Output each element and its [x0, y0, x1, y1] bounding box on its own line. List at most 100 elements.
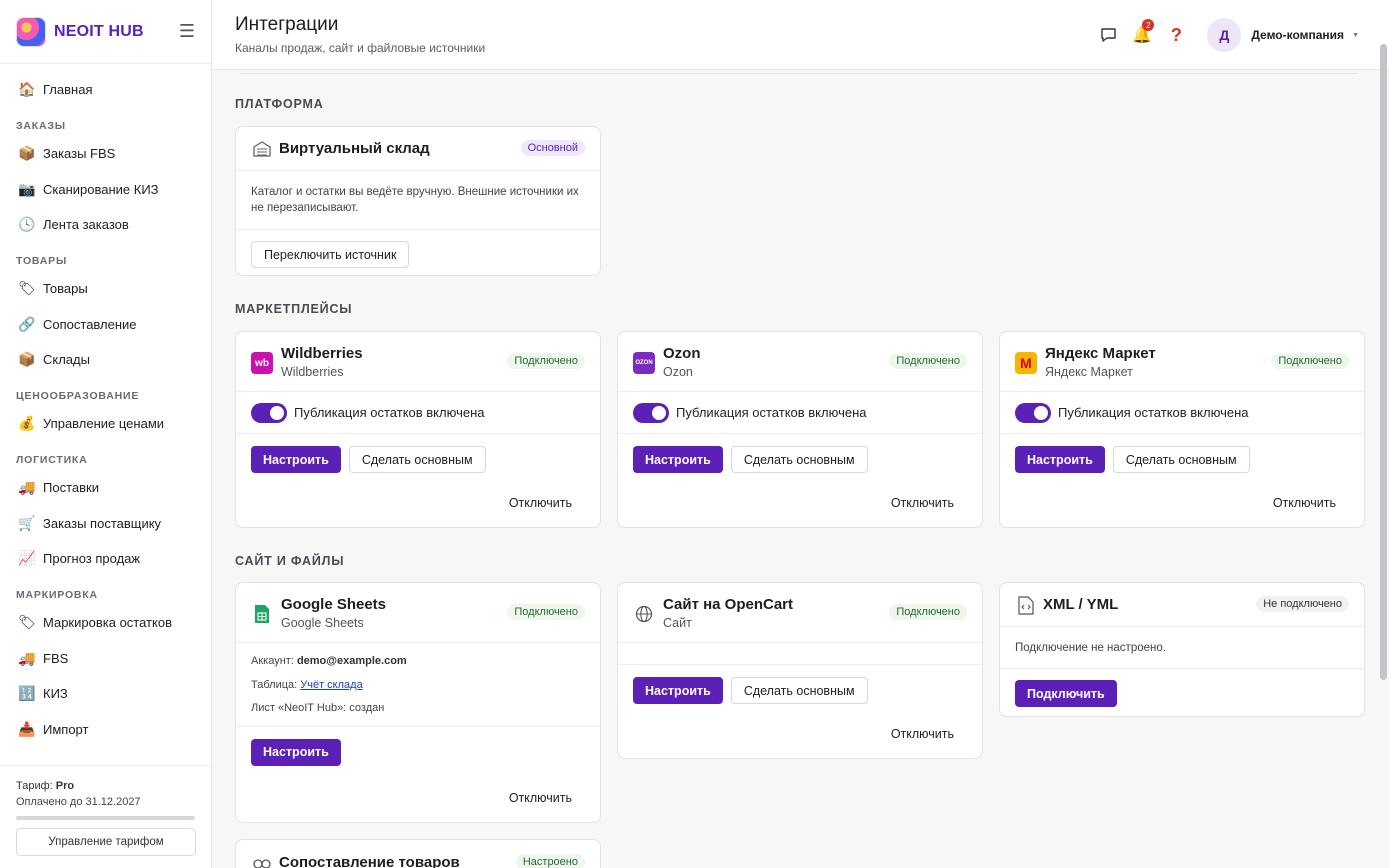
- sidebar-item-warehouses[interactable]: 📦 Склады: [0, 342, 211, 378]
- chat-icon[interactable]: [1091, 18, 1125, 52]
- sidebar-item-orders-fbs[interactable]: 📦 Заказы FBS: [0, 136, 211, 172]
- numbers-icon: 🔢: [18, 685, 36, 702]
- configure-button[interactable]: Настроить: [633, 677, 723, 704]
- publish-stock-toggle[interactable]: [1015, 402, 1051, 423]
- status-badge: Подключено: [889, 604, 967, 620]
- configure-button[interactable]: Настроить: [633, 446, 723, 473]
- table-link[interactable]: Учёт склада: [300, 679, 362, 691]
- company-name[interactable]: Демо-компания: [1251, 28, 1344, 42]
- configure-button[interactable]: Настроить: [251, 446, 341, 473]
- card-actions: Настроить Сделать основным: [618, 665, 982, 704]
- card-title: Виртуальный склад: [279, 140, 430, 157]
- disconnect-button[interactable]: Отключить: [1273, 496, 1336, 510]
- avatar[interactable]: Д: [1207, 18, 1242, 52]
- card-title: Ozon: [663, 345, 701, 362]
- sidebar-item-import[interactable]: 📥 Импорт: [0, 712, 211, 748]
- sidebar-item-label: Склады: [43, 352, 90, 368]
- card-product-matching: Сопоставление товаров Настроено: [235, 839, 601, 868]
- sidebar-item-matching[interactable]: 🔗 Сопоставление: [0, 306, 211, 342]
- section-marketplaces: МАРКЕТПЛЕЙСЫ: [235, 302, 353, 316]
- page-subtitle: Каналы продаж, сайт и файловые источники: [235, 41, 486, 55]
- chart-up-icon: 📈: [18, 550, 36, 567]
- tag-icon: 🏷: [18, 613, 36, 630]
- publish-stock-toggle[interactable]: [251, 402, 287, 423]
- disconnect-button[interactable]: Отключить: [891, 496, 954, 510]
- card-yandex-market: M Яндекс Маркет Яндекс Маркет Подключено…: [999, 331, 1365, 528]
- sidebar-item-scan-kiz[interactable]: 📷 Сканирование КИЗ: [0, 171, 211, 207]
- sidebar-item-goods[interactable]: 🏷 Товары: [0, 271, 211, 307]
- menu-icon[interactable]: ☰: [179, 21, 195, 42]
- ozon-logo-icon: OZON: [633, 352, 655, 374]
- sidebar-item-label: FBS: [43, 650, 69, 666]
- disconnect-button[interactable]: Отключить: [509, 791, 572, 805]
- plan-label: Тариф:: [16, 780, 53, 792]
- card-header: XML / YML Не подключено: [1000, 583, 1364, 627]
- sidebar-item-home[interactable]: 🏠 Главная: [0, 72, 211, 108]
- toggle-label: Публикация остатков включена: [1058, 405, 1249, 420]
- sidebar-item-stock-marking[interactable]: 🏷 Маркировка остатков: [0, 605, 211, 641]
- sidebar-item-forecast[interactable]: 📈 Прогноз продаж: [0, 541, 211, 577]
- sidebar-item-label: Маркировка остатков: [43, 614, 172, 630]
- card-actions: Переключить источник: [236, 230, 600, 268]
- card-header: M Яндекс Маркет Яндекс Маркет Подключено: [1000, 332, 1364, 392]
- yandex-market-logo-icon: M: [1015, 352, 1037, 374]
- connect-button[interactable]: Подключить: [1015, 680, 1117, 707]
- sidebar-item-label: Заказы поставщику: [43, 515, 162, 531]
- card-header: Сайт на OpenCart Сайт Подключено: [618, 583, 982, 643]
- card-title: Google Sheets: [281, 596, 387, 613]
- make-main-button[interactable]: Сделать основным: [730, 446, 868, 473]
- toggle-label: Публикация остатков включена: [294, 405, 485, 420]
- disconnect-button[interactable]: Отключить: [891, 727, 954, 741]
- sidebar-item-prices[interactable]: 💰 Управление ценами: [0, 406, 211, 442]
- bell-icon[interactable]: 🔔 2: [1125, 18, 1159, 52]
- card-header: Виртуальный склад Основной: [236, 127, 600, 171]
- scrollbar[interactable]: [1380, 44, 1387, 680]
- publish-stock-toggle[interactable]: [633, 402, 669, 423]
- make-main-button[interactable]: Сделать основным: [1112, 446, 1250, 473]
- chevron-down-icon[interactable]: ▼: [1352, 32, 1359, 39]
- card-description: Каталог и остатки вы ведёте вручную. Вне…: [236, 171, 600, 230]
- plan-panel: Тариф: Pro Оплачено до 31.12.2027 Управл…: [0, 765, 211, 868]
- money-bag-icon: 💰: [18, 415, 36, 432]
- make-main-button[interactable]: Сделать основным: [730, 677, 868, 704]
- camera-icon: 📷: [18, 180, 36, 197]
- sidebar-item-kiz[interactable]: 🔢 КИЗ: [0, 676, 211, 712]
- sidebar-item-supplies[interactable]: 🚚 Поставки: [0, 470, 211, 506]
- sidebar-item-label: Лента заказов: [43, 217, 129, 233]
- card-google-sheets: Google Sheets Google Sheets Подключено А…: [235, 582, 601, 823]
- sidebar-item-label: Управление ценами: [43, 416, 165, 432]
- sidebar-section-pricing: ЦЕНООБРАЗОВАНИЕ: [16, 389, 140, 402]
- link-icon: 🔗: [18, 315, 36, 332]
- card-header: Сопоставление товаров Настроено: [236, 840, 600, 868]
- card-title: Сопоставление товаров: [279, 854, 460, 868]
- disconnect-button[interactable]: Отключить: [509, 496, 572, 510]
- truck-icon: 🚚: [18, 649, 36, 666]
- tag-icon: 🏷: [18, 280, 36, 297]
- card-opencart: Сайт на OpenCart Сайт Подключено Настрои…: [617, 582, 983, 759]
- make-main-button[interactable]: Сделать основным: [348, 446, 486, 473]
- card-actions: Настроить: [236, 725, 600, 766]
- brand-logo-icon: [16, 16, 46, 47]
- cart-icon: 🛒: [18, 514, 36, 531]
- sidebar-item-fbs[interactable]: 🚚 FBS: [0, 640, 211, 676]
- sidebar-item-supplier-orders[interactable]: 🛒 Заказы поставщику: [0, 505, 211, 541]
- switch-source-button[interactable]: Переключить источник: [251, 241, 410, 268]
- card-title: Wildberries: [281, 345, 363, 362]
- status-badge: Подключено: [889, 353, 967, 369]
- sidebar-item-label: Импорт: [43, 721, 89, 737]
- sidebar-item-label: Поставки: [43, 479, 99, 495]
- plan-progress-fill: [16, 816, 195, 820]
- notifications-count: 2: [1142, 19, 1155, 31]
- configure-button[interactable]: Настроить: [251, 738, 341, 766]
- code-file-icon: [1015, 594, 1037, 616]
- card-actions: Подключить: [1000, 669, 1364, 707]
- sidebar-section-marking: МАРКИРОВКА: [16, 588, 98, 601]
- divider: [240, 73, 1358, 74]
- help-icon[interactable]: ?: [1159, 18, 1193, 52]
- publish-stock-row: Публикация остатков включена: [1000, 392, 1364, 434]
- configure-button[interactable]: Настроить: [1015, 446, 1105, 473]
- card-actions: Настроить Сделать основным: [236, 434, 600, 473]
- card-header: wb Wildberries Wildberries Подключено: [236, 332, 600, 392]
- sidebar-item-orders-feed[interactable]: 🕓 Лента заказов: [0, 207, 211, 243]
- manage-plan-button[interactable]: Управление тарифом: [16, 828, 196, 856]
